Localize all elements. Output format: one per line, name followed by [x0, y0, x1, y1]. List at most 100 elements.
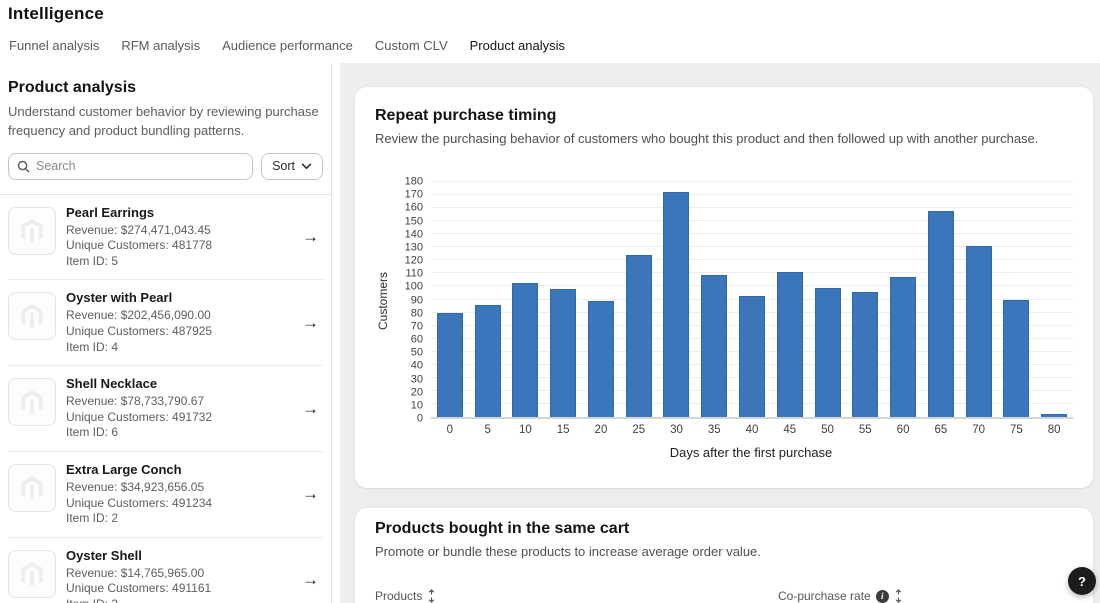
- bar-slot: [1035, 182, 1073, 417]
- product-row[interactable]: Oyster ShellRevenue: $14,765,965.00Uniqu…: [8, 538, 323, 603]
- product-item-id: Item ID: 2: [66, 511, 288, 527]
- product-row[interactable]: Shell NecklaceRevenue: $78,733,790.67Uni…: [8, 366, 323, 452]
- chart-bar: [928, 211, 954, 417]
- arrow-right-icon[interactable]: →: [298, 313, 323, 333]
- repeat-purchase-chart: Customers 010203040506070809010011012013…: [375, 182, 1073, 463]
- page-header: Intelligence Funnel analysisRFM analysis…: [0, 0, 1100, 63]
- x-tick-label: 45: [771, 424, 809, 436]
- product-image-placeholder: [8, 464, 56, 512]
- x-tick-label: 30: [658, 424, 696, 436]
- repeat-card-subtitle: Review the purchasing behavior of custom…: [375, 131, 1073, 146]
- sort-icon: [894, 589, 903, 603]
- x-tick-label: 0: [431, 424, 469, 436]
- bar-slot: [733, 182, 771, 417]
- chart-bar: [852, 292, 878, 417]
- product-info: Oyster with PearlRevenue: $202,456,090.0…: [66, 290, 288, 355]
- column-header-products[interactable]: Products: [375, 589, 778, 603]
- bar-slot: [658, 182, 696, 417]
- content-area: Product analysis Understand customer beh…: [0, 63, 1100, 603]
- x-tick-label: 70: [960, 424, 998, 436]
- bar-slot: [922, 182, 960, 417]
- product-info: Pearl EarringsRevenue: $274,471,043.45Un…: [66, 205, 288, 270]
- product-image-placeholder: [8, 550, 56, 598]
- x-tick-label: 15: [544, 424, 582, 436]
- y-tick-label: 30: [411, 374, 423, 385]
- main-panel: Repeat purchase timing Review the purcha…: [340, 63, 1100, 603]
- chart-bar: [437, 313, 463, 417]
- cart-card-title: Products bought in the same cart: [375, 520, 1073, 538]
- bar-slot: [469, 182, 507, 417]
- help-button[interactable]: ?: [1068, 567, 1096, 595]
- sort-button-label: Sort: [272, 159, 295, 173]
- y-tick-label: 160: [405, 203, 423, 214]
- x-tick-label: 75: [997, 424, 1035, 436]
- y-tick-label: 90: [411, 295, 423, 306]
- product-item-id: Item ID: 6: [66, 425, 288, 441]
- search-row: Sort: [8, 153, 323, 180]
- product-image-placeholder: [8, 378, 56, 426]
- product-image-placeholder: [8, 207, 56, 255]
- product-revenue: Revenue: $274,471,043.45: [66, 223, 288, 239]
- y-tick-label: 120: [405, 256, 423, 267]
- chart-bar: [1003, 300, 1029, 418]
- search-box[interactable]: [8, 153, 253, 180]
- page-title: Intelligence: [8, 4, 1092, 24]
- bar-slot: [431, 182, 469, 417]
- cart-card-subtitle: Promote or bundle these products to incr…: [375, 544, 1073, 559]
- bar-slot: [582, 182, 620, 417]
- product-info: Oyster ShellRevenue: $14,765,965.00Uniqu…: [66, 548, 288, 603]
- y-tick-label: 150: [405, 216, 423, 227]
- arrow-right-icon[interactable]: →: [298, 227, 323, 247]
- chart-bar: [588, 301, 614, 417]
- bar-slot: [544, 182, 582, 417]
- y-tick-label: 0: [417, 414, 423, 425]
- sidebar-title: Product analysis: [8, 79, 323, 97]
- x-tick-label: 50: [809, 424, 847, 436]
- arrow-right-icon[interactable]: →: [298, 484, 323, 504]
- search-input[interactable]: [36, 159, 244, 173]
- product-info: Extra Large Conch Revenue: $34,923,656.05…: [66, 462, 288, 527]
- product-revenue: Revenue: $14,765,965.00: [66, 566, 288, 582]
- product-name: Extra Large Conch: [66, 462, 288, 477]
- chart-bar: [550, 289, 576, 417]
- product-revenue: Revenue: $34,923,656.05: [66, 480, 288, 496]
- arrow-right-icon[interactable]: →: [298, 570, 323, 590]
- product-image-placeholder: [8, 292, 56, 340]
- column-label: Co-purchase rate: [778, 589, 871, 603]
- x-axis-title: Days after the first purchase: [429, 441, 1073, 463]
- product-row[interactable]: Extra Large Conch Revenue: $34,923,656.05…: [8, 452, 323, 538]
- x-tick-label: 10: [507, 424, 545, 436]
- chart-bar: [890, 277, 916, 417]
- sidebar: Product analysis Understand customer beh…: [0, 63, 332, 603]
- x-tick-label: 55: [846, 424, 884, 436]
- same-cart-card: Products bought in the same cart Promote…: [355, 508, 1093, 603]
- y-tick-label: 80: [411, 308, 423, 319]
- repeat-purchase-card: Repeat purchase timing Review the purcha…: [355, 87, 1093, 488]
- bar-slot: [620, 182, 658, 417]
- cart-table-header: ProductsCo-purchase rate i: [375, 589, 1073, 603]
- chart-bar: [512, 283, 538, 417]
- product-unique-customers: Unique Customers: 491732: [66, 410, 288, 426]
- sort-button[interactable]: Sort: [261, 153, 323, 180]
- sort-icon: [427, 589, 436, 603]
- y-tick-label: 50: [411, 348, 423, 359]
- y-tick-label: 180: [405, 177, 423, 188]
- chart-bar: [815, 288, 841, 417]
- x-axis-ticks: 05101520253035404550556065707580: [431, 419, 1073, 441]
- product-name: Oyster Shell: [66, 548, 288, 563]
- x-tick-label: 60: [884, 424, 922, 436]
- arrow-right-icon[interactable]: →: [298, 399, 323, 419]
- y-axis-title: Customers: [375, 182, 391, 419]
- column-header-co-purchase-rate[interactable]: Co-purchase rate i: [778, 589, 1073, 603]
- product-name: Shell Necklace: [66, 376, 288, 391]
- info-icon[interactable]: i: [876, 590, 889, 603]
- chevron-down-icon: [301, 163, 312, 170]
- y-tick-label: 60: [411, 335, 423, 346]
- y-tick-label: 140: [405, 229, 423, 240]
- product-item-id: Item ID: 5: [66, 254, 288, 270]
- product-unique-customers: Unique Customers: 481778: [66, 238, 288, 254]
- product-name: Oyster with Pearl: [66, 290, 288, 305]
- chart-bar: [777, 272, 803, 417]
- product-row[interactable]: Pearl EarringsRevenue: $274,471,043.45Un…: [8, 195, 323, 281]
- product-row[interactable]: Oyster with PearlRevenue: $202,456,090.0…: [8, 280, 323, 366]
